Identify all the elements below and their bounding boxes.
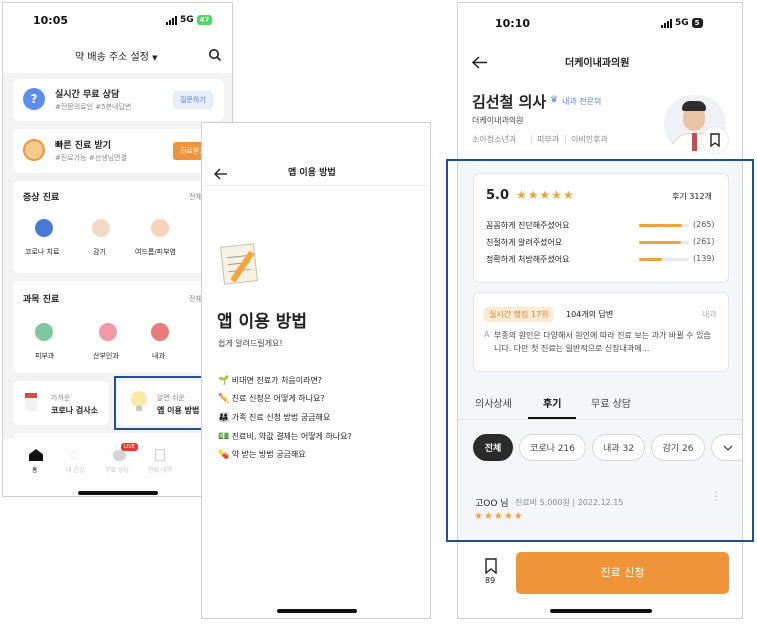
acne-icon — [151, 219, 169, 237]
battery-icon: 5 — [691, 18, 703, 28]
review-highlight-box — [446, 159, 754, 542]
clinic-icon — [25, 393, 37, 411]
dept-item-obgyn[interactable]: 산부인과 — [93, 351, 119, 361]
address-selector[interactable]: 약 배송 주소 설정 ▼ — [75, 48, 158, 63]
guide-title: 앱 이용 방법 — [217, 312, 308, 332]
department-title: 과목 진료 — [23, 295, 60, 305]
bookmark-icon[interactable] — [484, 558, 498, 575]
network-label: 5G — [180, 15, 194, 25]
nearby-test-card[interactable]: 가까운 코로나 검사소 — [13, 381, 109, 425]
home-indicator — [277, 609, 357, 613]
signal-icon — [166, 15, 177, 25]
department-section: 과목 진료 전체보 피부과 산부인과 내과 소아 — [13, 281, 224, 373]
guide-item-family[interactable]: 👨‍👩‍👧 가족 진료 신청 방법 궁금해요 — [218, 412, 330, 423]
doctor-tag: 이비인후과 — [571, 135, 608, 144]
family-icon: 👨‍👩‍👧 — [218, 413, 230, 423]
doctor-clinic: 더케이내과의원 — [472, 116, 524, 125]
network-label: 5G — [675, 18, 689, 28]
live-badge: LIVE — [121, 443, 138, 451]
question-icon: ? — [23, 88, 45, 110]
signal-icon — [661, 18, 672, 28]
tab-history[interactable]: 진료 내역 — [148, 465, 172, 474]
doctor-tag: 소아청소년과 — [472, 135, 517, 144]
tag-divider — [565, 135, 566, 144]
sprout-icon: 🌱 — [218, 376, 230, 386]
tab-health[interactable]: 내 건강 — [66, 465, 84, 474]
status-bar: 10:05 5G 47 — [3, 3, 232, 39]
timer-icon — [23, 139, 45, 161]
doctor-name: 김선철 의사 — [472, 93, 547, 111]
uterus-icon — [99, 323, 117, 341]
virus-icon — [35, 219, 53, 237]
dept-item-derm[interactable]: 피부과 — [35, 351, 54, 361]
guide-item-medicine[interactable]: 💊 약 받는 방법 궁금해요 — [218, 449, 306, 460]
nearby-label: 코로나 검사소 — [51, 406, 98, 415]
chat-icon[interactable] — [113, 450, 126, 461]
header-divider — [202, 185, 430, 186]
clinic-header-title: 더케이내과의원 — [565, 58, 630, 69]
quick-title: 빠른 진료 받기 — [55, 141, 111, 151]
heart-icon[interactable]: ♡ — [69, 449, 80, 463]
consult-title: 실시간 무료 상담 — [55, 90, 120, 100]
symptom-item-covid[interactable]: 코로나 치료 — [25, 247, 59, 257]
ask-button[interactable]: 질문하기 — [173, 91, 213, 109]
nearby-small-label: 가까운 — [51, 394, 71, 402]
tag-divider — [531, 135, 532, 144]
guide-item-label: 진료 신청은 어떻게 하나요? — [231, 394, 325, 403]
tab-consult[interactable]: 무료 상담 — [105, 465, 129, 474]
guide-header-title: 앱 이용 방법 — [288, 168, 336, 178]
bookmark-count: 89 — [485, 576, 496, 585]
notepad-icon — [220, 243, 258, 285]
symptom-item-cold[interactable]: 감기 — [93, 247, 106, 257]
guide-item-label: 가족 진료 신청 방법 궁금해요 — [231, 413, 331, 422]
guide-item-label: 진료비, 약값 결제는 어떻게 하나요? — [231, 432, 352, 441]
tab-bar: 홈 ♡ 내 건강 LIVE 무료 상담 진료 내역 — [3, 439, 232, 496]
phone-app-guide-screen: 앱 이용 방법 앱 이용 방법 쉽게 알려드릴게요! 🌱 비대면 진료가 처음이… — [201, 122, 431, 619]
home-indicator — [78, 491, 158, 495]
consult-tags: #전문의료인 #5분내답변 — [55, 103, 132, 111]
specialist-icon: ♛ — [550, 95, 559, 105]
bookmark-icon[interactable] — [702, 127, 728, 153]
guide-subtitle: 쉽게 알려드릴게요! — [218, 339, 283, 348]
doctor-tag: 피부과 — [537, 135, 560, 144]
guide-item-label: 약 받는 방법 궁금해요 — [231, 450, 306, 459]
battery-icon: 47 — [196, 15, 213, 25]
address-title: 약 배송 주소 설정 — [75, 52, 149, 63]
home-icon[interactable] — [29, 449, 43, 461]
back-arrow-icon[interactable] — [471, 54, 488, 69]
guide-item-first-time[interactable]: 🌱 비대면 진료가 처음이라면? — [218, 375, 322, 386]
document-icon[interactable] — [155, 449, 165, 461]
skin-icon — [35, 323, 53, 341]
guide-item-label: 비대면 진료가 처음이라면? — [231, 376, 323, 385]
guide-item-payment[interactable]: 💵 진료비, 약값 결제는 어떻게 하나요? — [218, 431, 352, 442]
request-treatment-button[interactable]: 진료 신청 — [516, 552, 729, 594]
chevron-down-icon: ▼ — [152, 54, 158, 62]
free-consult-card[interactable]: ? 실시간 무료 상담 #전문의료인 #5분내답변 질문하기 — [13, 79, 224, 121]
status-indicators: 5G 47 — [166, 15, 213, 25]
lungs-icon — [151, 323, 169, 341]
guide-item-request[interactable]: ✏️ 진료 신청은 어떻게 하나요? — [218, 393, 325, 404]
money-icon: 💵 — [218, 432, 230, 442]
search-icon[interactable] — [208, 47, 222, 62]
status-time: 10:05 — [33, 14, 69, 27]
pencil-icon: ✏️ — [218, 394, 230, 404]
dept-item-internal[interactable]: 내과 — [152, 351, 165, 361]
symptom-item-acne[interactable]: 여드름/피부염 — [135, 247, 176, 257]
status-indicators: 5G 5 — [661, 18, 703, 28]
phone-home-screen: 10:05 5G 47 약 배송 주소 설정 ▼ ? 실시간 무료 상담 #전문… — [2, 2, 233, 497]
tab-home[interactable]: 홈 — [32, 465, 38, 474]
back-arrow-icon[interactable] — [214, 165, 228, 180]
symptom-title: 증상 진료 — [23, 193, 60, 203]
symptom-section: 증상 진료 전체보 코로나 치료 감기 여드름/피부염 시 — [13, 181, 224, 273]
quick-treatment-card[interactable]: 빠른 진료 받기 #진료가능 #선생님연결 진료받기 — [13, 129, 224, 173]
pill-icon: 💊 — [218, 450, 230, 460]
guide-highlight-box — [114, 376, 212, 430]
home-indicator — [550, 609, 652, 613]
app-header: 약 배송 주소 설정 ▼ — [3, 39, 232, 73]
status-time: 10:10 — [495, 17, 531, 30]
quick-tags: #진료가능 #선생님연결 — [55, 154, 127, 162]
doctor-specialty: 내과 전문의 — [562, 97, 602, 106]
cold-icon — [92, 219, 110, 237]
